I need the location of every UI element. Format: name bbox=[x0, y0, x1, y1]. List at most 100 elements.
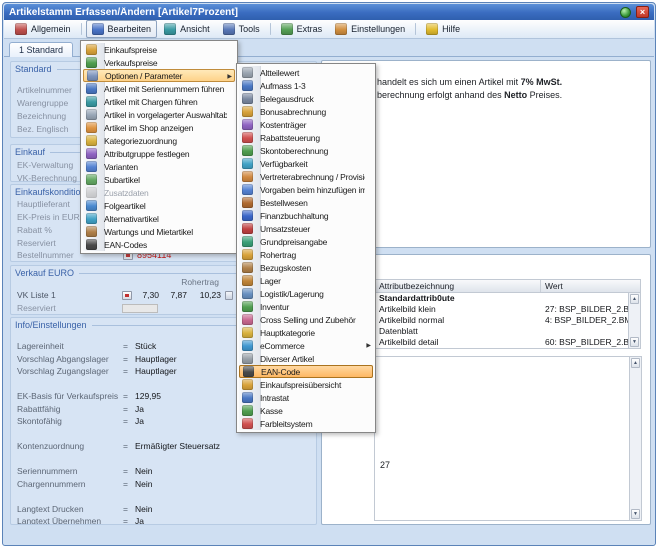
submenu-item-label: EAN-Code bbox=[261, 367, 364, 377]
menu-item-artikel-in-vorgelagerter-auswahltabelle-verbergen[interactable]: Artikel in vorgelagerter Auswahltabelle … bbox=[83, 108, 235, 121]
scroll-up-button[interactable] bbox=[631, 358, 640, 368]
equals-sign: = bbox=[123, 415, 135, 428]
menu-item-label: Kategoriezuordnung bbox=[104, 136, 227, 146]
submenu-item-grundpreisangabe[interactable]: Grundpreisangabe bbox=[239, 235, 373, 248]
submenu-item-bezugskosten[interactable]: Bezugskosten bbox=[239, 261, 373, 274]
submenu-item-finanzbuchhaltung[interactable]: Finanzbuchhaltung bbox=[239, 209, 373, 222]
menu-item-einkaufspreise[interactable]: Einkaufspreise bbox=[83, 43, 235, 56]
menubar-item[interactable] bbox=[81, 23, 82, 35]
submenu-item-bonusabrechnung[interactable]: Bonusabrechnung bbox=[239, 105, 373, 118]
equals-sign: = bbox=[123, 390, 135, 403]
info-label: EK-Basis für Verkaufspreis bbox=[17, 390, 123, 403]
tab-label: 1 Standard bbox=[19, 45, 63, 55]
price-list-icon[interactable] bbox=[122, 291, 132, 300]
submenu-item-kasse[interactable]: Kasse bbox=[239, 404, 373, 417]
submenu-item-rabattsteuerung[interactable]: Rabattsteuerung bbox=[239, 131, 373, 144]
menubar-item-bearbeiten[interactable]: Bearbeiten bbox=[86, 20, 158, 38]
submenu-item-vorgaben-beim-hinzufügen-im-beleg[interactable]: Vorgaben beim hinzufügen im Beleg bbox=[239, 183, 373, 196]
submenu-item-umsatzsteuer[interactable]: Umsatzsteuer bbox=[239, 222, 373, 235]
attribute-group-icon bbox=[86, 148, 97, 159]
equals-sign: = bbox=[123, 515, 135, 525]
spin-icon[interactable] bbox=[225, 291, 233, 300]
menu-item-varianten[interactable]: Varianten bbox=[83, 160, 235, 173]
submenu-item-einkaufspreisübersicht[interactable]: Einkaufspreisübersicht bbox=[239, 378, 373, 391]
submenu-item-hauptkategorie[interactable]: Hauptkategorie bbox=[239, 326, 373, 339]
field-label: Reserviert bbox=[17, 238, 56, 248]
menu-item-wartungs-und-mietartikel[interactable]: Wartungs und Mietartikel bbox=[83, 225, 235, 238]
menu-item-ean-codes[interactable]: EAN-Codes bbox=[83, 238, 235, 251]
ean-code-icon bbox=[243, 366, 254, 377]
follow-article-icon bbox=[86, 200, 97, 211]
menu-item-alternativartikel[interactable]: Alternativartikel bbox=[83, 212, 235, 225]
submenu-item-rohertrag[interactable]: Rohertrag bbox=[239, 248, 373, 261]
menu-item-attributgruppe-festlegen[interactable]: Attributgruppe festlegen bbox=[83, 147, 235, 160]
menu-item-artikel-mit-chargen-führen[interactable]: Artikel mit Chargen führen bbox=[83, 95, 235, 108]
detail-scrollbar[interactable] bbox=[629, 357, 641, 520]
submenu-item-intrastat[interactable]: Intrastat bbox=[239, 391, 373, 404]
field-label: VK-Berechnung bbox=[17, 173, 77, 183]
scroll-up-button[interactable] bbox=[630, 294, 639, 304]
ordering-icon bbox=[242, 197, 253, 208]
submenu-item-belegausdruck[interactable]: Belegausdruck bbox=[239, 92, 373, 105]
menu-item-kategoriezuordnung[interactable]: Kategoriezuordnung bbox=[83, 134, 235, 147]
submenu-item-cross-selling-und-zubehör[interactable]: Cross Selling und Zubehör bbox=[239, 313, 373, 326]
category-icon bbox=[86, 135, 97, 146]
submenu-item-altteilewert[interactable]: Altteilewert bbox=[239, 66, 373, 79]
submenu-item-bestellwesen[interactable]: Bestellwesen bbox=[239, 196, 373, 209]
attribute-name-column-header[interactable]: Attributbezeichnung bbox=[375, 280, 541, 292]
menu-item-verkaufspreise[interactable]: Verkaufspreise bbox=[83, 56, 235, 69]
scroll-down-button[interactable] bbox=[631, 509, 640, 519]
submenu-item-label: Verfügbarkeit bbox=[260, 159, 365, 169]
tab-1-standard[interactable]: 1 Standard bbox=[9, 42, 73, 57]
detail-area[interactable]: 27 bbox=[374, 356, 642, 521]
menubar-item-extras[interactable]: Extras bbox=[275, 20, 329, 38]
menu-item-artikel-im-shop-anzeigen[interactable]: Artikel im Shop anzeigen bbox=[83, 121, 235, 134]
alternative-article-icon bbox=[86, 213, 97, 224]
attribute-value-column-header[interactable]: Wert bbox=[541, 280, 640, 292]
menubar-item-tools[interactable]: Tools bbox=[217, 20, 266, 38]
submenu-item-ean-code[interactable]: EAN-Code bbox=[239, 365, 373, 378]
menu-item-label: Artikel mit Chargen führen bbox=[104, 97, 227, 107]
menubar-item[interactable] bbox=[270, 23, 271, 35]
equals-sign: = bbox=[123, 340, 135, 353]
menubar-item-hilfe[interactable]: Hilfe bbox=[420, 20, 466, 38]
submenu-item-logistik-lagerung[interactable]: Logistik/Lagerung bbox=[239, 287, 373, 300]
info-label: Rabattfähig bbox=[17, 403, 123, 416]
menu-item-optionen-parameter[interactable]: Optionen / Parameter bbox=[83, 69, 235, 82]
menubar-item-allgemein[interactable]: Allgemein bbox=[9, 20, 77, 38]
submenu-item-lager[interactable]: Lager bbox=[239, 274, 373, 287]
submenu-item-vertreterabrechnung-provision[interactable]: Vertreterabrechnung / Provision bbox=[239, 170, 373, 183]
menubar-item-einstellungen[interactable]: Einstellungen bbox=[329, 20, 411, 38]
menu-item-artikel-mit-seriennummern-führen[interactable]: Artikel mit Seriennummern führen bbox=[83, 82, 235, 95]
submenu-item-ecommerce[interactable]: eCommerce bbox=[239, 339, 373, 352]
submenu-item-diverser-artikel[interactable]: Diverser Artikel bbox=[239, 352, 373, 365]
field-label: Hauptlieferant bbox=[17, 199, 70, 209]
close-button[interactable] bbox=[636, 6, 649, 18]
table-scrollbar[interactable] bbox=[628, 293, 640, 348]
titlebar: Artikelstamm Erfassen/Ändern [Artikel7Pr… bbox=[4, 4, 654, 20]
settings-icon bbox=[335, 23, 347, 35]
menu-item-zusatzdaten[interactable]: Zusatzdaten bbox=[83, 186, 235, 199]
submenu-item-verfügbarkeit[interactable]: Verfügbarkeit bbox=[239, 157, 373, 170]
commission-icon bbox=[242, 171, 253, 182]
mwst-highlight: 7% MwSt. bbox=[521, 77, 563, 87]
info-value: Nein bbox=[135, 503, 152, 516]
measurement-icon bbox=[242, 80, 253, 91]
menu-item-folgeartikel[interactable]: Folgeartikel bbox=[83, 199, 235, 212]
submenu-item-farbleitsystem[interactable]: Farbleitsystem bbox=[239, 417, 373, 430]
submenu-item-kostenträger[interactable]: Kostenträger bbox=[239, 118, 373, 131]
bestellnummer-label: Bestellnummer bbox=[17, 249, 74, 262]
submenu-item-aufmass-1-3[interactable]: Aufmass 1-3 bbox=[239, 79, 373, 92]
info-value: Ja bbox=[135, 415, 144, 428]
reserviert-field[interactable] bbox=[122, 304, 158, 313]
misc-article-icon bbox=[242, 353, 253, 364]
submenu-item-inventur[interactable]: Inventur bbox=[239, 300, 373, 313]
menubar-item-ansicht[interactable]: Ansicht bbox=[158, 20, 216, 38]
window-title: Artikelstamm Erfassen/Ändern [Artikel7Pr… bbox=[9, 7, 238, 18]
window-status-icon[interactable] bbox=[620, 7, 631, 18]
submenu-item-skontoberechnung[interactable]: Skontoberechnung bbox=[239, 144, 373, 157]
menu-item-subartikel[interactable]: Subartikel bbox=[83, 173, 235, 186]
menubar-item[interactable] bbox=[415, 23, 416, 35]
scroll-down-button[interactable] bbox=[630, 337, 639, 347]
info-value: Hauptlager bbox=[135, 353, 177, 366]
